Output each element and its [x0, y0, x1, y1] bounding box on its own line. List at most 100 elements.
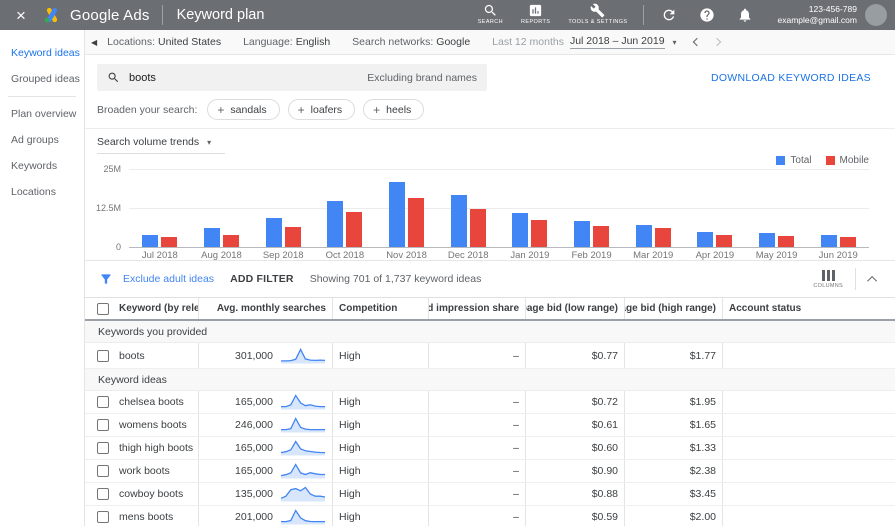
mobile-bar	[469, 208, 486, 247]
chip-label: loafers	[310, 103, 343, 116]
keyword-ideas-table: Keyword (by relevance)↓ Avg. monthly sear…	[85, 298, 895, 526]
row-checkbox[interactable]	[97, 442, 109, 454]
filter-icon[interactable]	[99, 272, 113, 286]
setting-label: Language:	[243, 36, 293, 48]
broaden-chip-heels[interactable]: + heels	[363, 99, 425, 120]
keyword-cell: womens boots	[113, 414, 199, 436]
bid-high-cell: $1.65	[625, 414, 723, 436]
sidebar-item-grouped-ideas[interactable]: Grouped ideas	[0, 66, 84, 92]
ad-impression-share-cell: –	[429, 391, 526, 413]
select-all-checkbox[interactable]	[97, 302, 109, 315]
x-axis-label: Jul 2018	[141, 250, 178, 261]
reports-tool-button[interactable]: REPORTS	[521, 3, 550, 26]
sidebar-item-plan-overview[interactable]: Plan overview	[0, 101, 84, 127]
row-checkbox[interactable]	[97, 349, 109, 362]
setting-label: Locations:	[107, 36, 156, 48]
x-axis-label: Nov 2018	[386, 250, 427, 261]
download-keyword-ideas-link[interactable]: DOWNLOAD KEYWORD IDEAS	[711, 72, 871, 84]
setting-value: English	[295, 36, 331, 48]
column-header-competition[interactable]: Competition	[333, 298, 429, 319]
column-header-label: Avg. monthly searches	[216, 303, 326, 314]
chevron-down-icon: ▾	[207, 138, 212, 147]
sidebar-item-locations[interactable]: Locations	[0, 179, 84, 205]
column-header-label: Top of page bid (low range)	[526, 303, 618, 314]
columns-icon	[821, 269, 836, 281]
x-axis-label: Jan 2019	[510, 250, 550, 261]
refresh-icon	[663, 9, 674, 21]
searches-value: 201,000	[235, 511, 273, 523]
previous-period-icon[interactable]	[692, 37, 701, 47]
tools-settings-button[interactable]: TOOLS & SETTINGS	[568, 3, 627, 26]
tools-settings-label: TOOLS & SETTINGS	[568, 19, 628, 26]
bar-group-dec-2018	[437, 169, 499, 247]
search-tool-button[interactable]: SEARCH	[478, 3, 503, 26]
bid-high-cell: $1.33	[625, 437, 723, 459]
account-status-cell	[723, 414, 895, 436]
help-button[interactable]	[694, 7, 720, 23]
legend-item-mobile[interactable]: Mobile	[825, 155, 869, 166]
row-checkbox[interactable]	[97, 488, 109, 500]
total-bar	[574, 220, 591, 247]
collapse-panel-icon[interactable]: ◀	[91, 38, 97, 47]
avatar[interactable]	[865, 4, 887, 26]
row-checkbox[interactable]	[97, 511, 109, 523]
row-select-cell	[85, 343, 113, 368]
column-header-top-of-page-bid-low-range-[interactable]: Top of page bid (low range)	[526, 298, 625, 319]
column-header-label: Top of page bid (high range)	[625, 303, 716, 314]
sparkline-chart	[281, 394, 325, 410]
date-range-value[interactable]: Jul 2018 – Jun 2019	[569, 35, 665, 49]
chevron-down-icon[interactable]: ▾	[673, 38, 677, 47]
sidebar-item-ad-groups[interactable]: Ad groups	[0, 127, 84, 153]
column-header-ad-impression-share[interactable]: Ad impression share	[429, 298, 526, 319]
next-period-icon[interactable]	[712, 37, 721, 47]
row-checkbox[interactable]	[97, 419, 109, 431]
page-title: Keyword plan	[176, 7, 265, 23]
bar-group-oct-2018	[314, 169, 376, 247]
broaden-chip-sandals[interactable]: + sandals	[207, 99, 280, 120]
bar-group-mar-2019	[622, 169, 684, 247]
column-header-top-of-page-bid-high-range-[interactable]: Top of page bid (high range)	[625, 298, 723, 319]
setting-language[interactable]: Language: English	[243, 36, 330, 48]
sparkline-chart	[281, 347, 326, 363]
x-axis-label: Aug 2018	[201, 250, 242, 261]
keyword-cell: chelsea boots	[113, 391, 199, 413]
brand-name[interactable]: Google Ads	[70, 7, 150, 24]
mobile-bar	[408, 198, 425, 247]
trends-dropdown[interactable]: Search volume trends ▾	[97, 136, 226, 154]
keyword-search-input[interactable]: boots Excluding brand names	[97, 64, 487, 91]
column-header-label: Keyword (by relevance)	[119, 303, 198, 314]
x-axis-label: Oct 2018	[325, 250, 365, 261]
setting-locations[interactable]: Locations: United States	[107, 36, 221, 48]
account-info[interactable]: 123-456-789 example@gmail.com	[778, 4, 858, 25]
mobile-bar	[346, 211, 363, 247]
column-header-avg-monthly-searches[interactable]: Avg. monthly searches	[199, 298, 333, 319]
google-ads-logo-icon	[44, 7, 58, 23]
table-section-keyword-ideas: Keyword ideas	[85, 369, 895, 391]
search-tool-label: SEARCH	[477, 19, 504, 26]
sparkline-chart	[281, 417, 325, 433]
columns-button[interactable]: COLUMNS	[813, 269, 843, 289]
collapse-chart-icon[interactable]	[867, 275, 878, 286]
gridline	[129, 247, 869, 248]
bid-low-cell: $0.59	[526, 506, 625, 526]
column-header-account-status[interactable]: Account status	[723, 298, 895, 319]
notifications-button[interactable]	[732, 7, 758, 23]
sidebar-item-keywords[interactable]: Keywords	[0, 153, 84, 179]
close-icon[interactable]: ×	[10, 7, 32, 24]
sidebar-item-keyword-ideas[interactable]: Keyword ideas	[0, 40, 84, 66]
searches-value: 246,000	[235, 419, 273, 431]
exclude-adult-ideas-filter[interactable]: Exclude adult ideas	[123, 273, 214, 285]
row-checkbox[interactable]	[97, 396, 109, 408]
column-header-keyword-by-relevance-[interactable]: Keyword (by relevance)↓	[113, 298, 199, 319]
plus-icon: +	[217, 102, 225, 117]
legend-item-total[interactable]: Total	[776, 155, 812, 166]
add-filter-button[interactable]: ADD FILTER	[230, 273, 294, 285]
table-row: mens boots 201,000 High – $0.59 $2.00	[85, 506, 895, 526]
setting-search-networks[interactable]: Search networks: Google	[352, 36, 470, 48]
refresh-button[interactable]	[656, 7, 682, 23]
row-checkbox[interactable]	[97, 465, 109, 477]
top-app-bar: × Google Ads Keyword plan SEARCH REPORTS…	[0, 0, 895, 30]
legend-swatch	[776, 156, 786, 165]
broaden-chip-loafers[interactable]: + loafers	[287, 99, 356, 120]
chart-legend: Total Mobile	[762, 155, 869, 166]
